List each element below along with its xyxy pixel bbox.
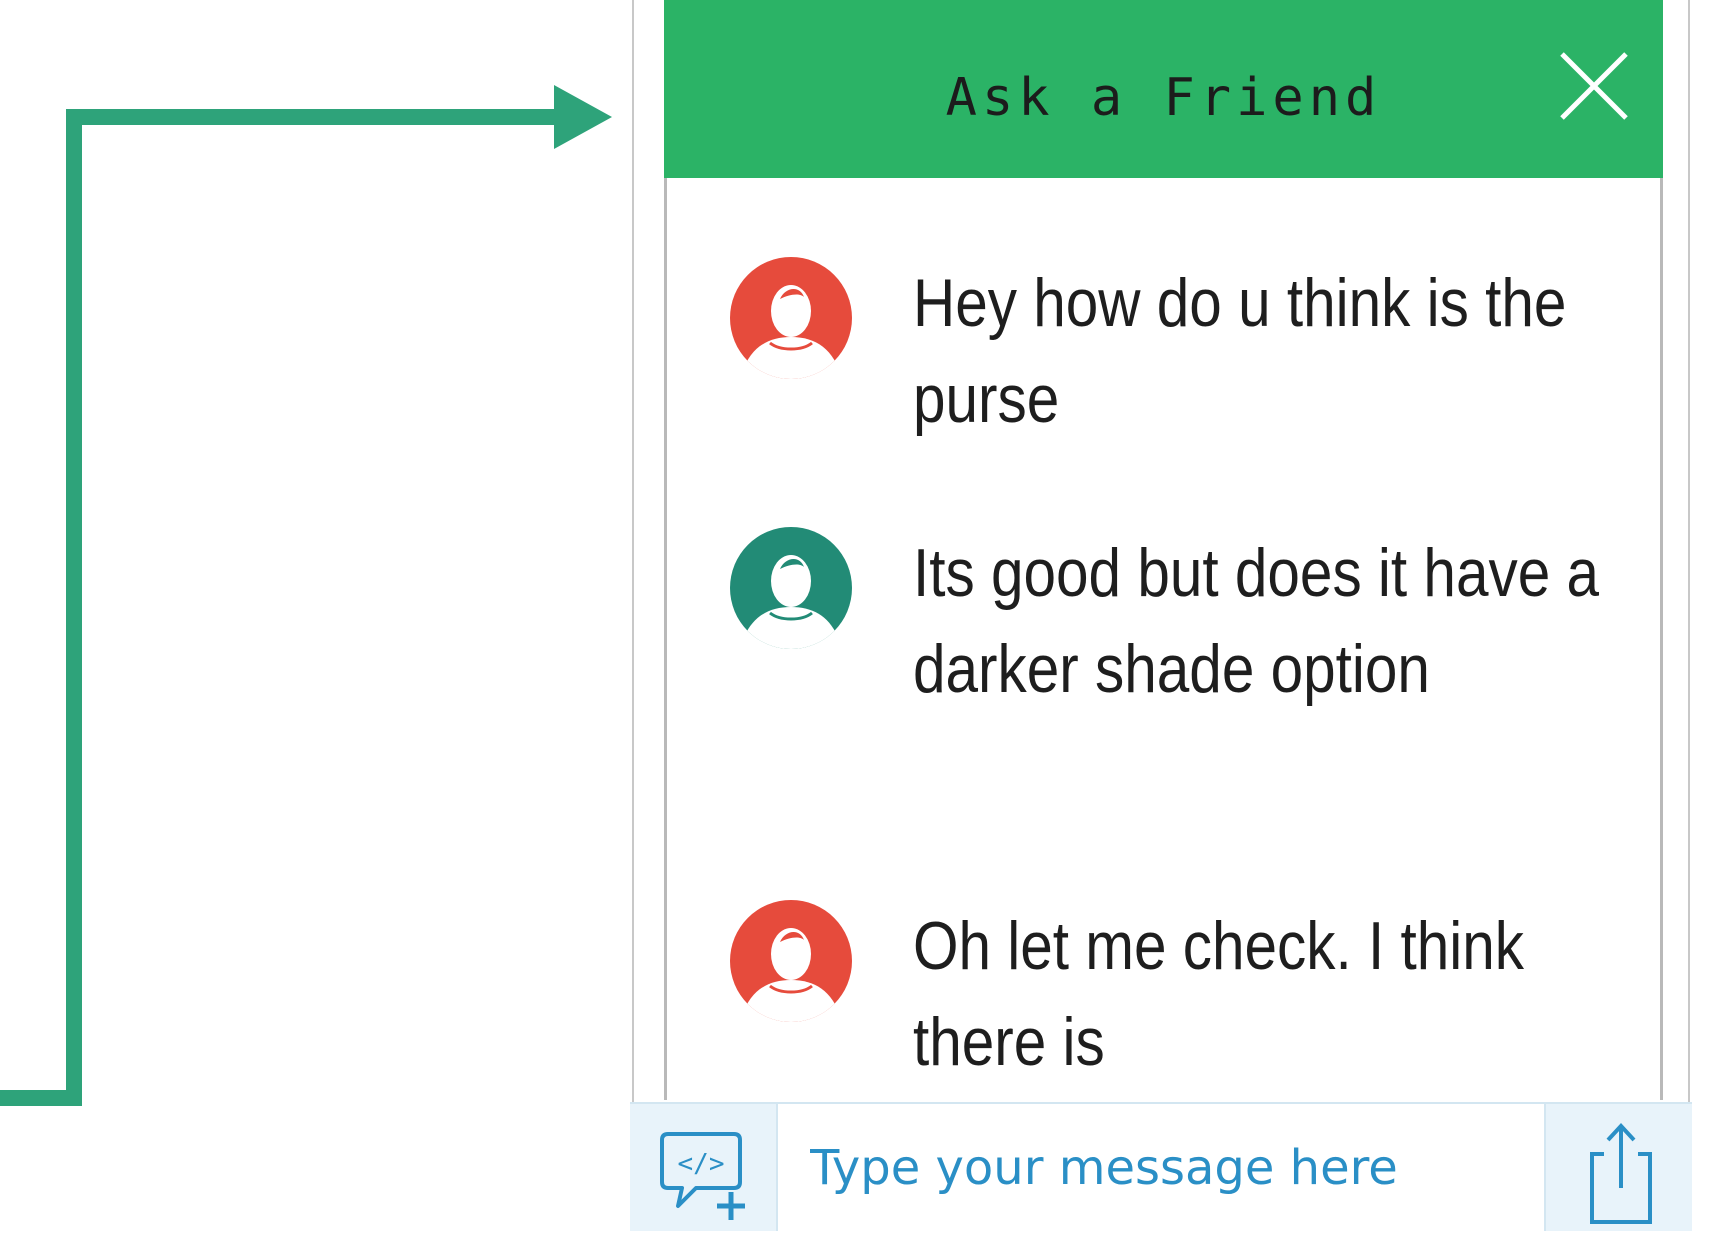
message-input[interactable] — [808, 1122, 1512, 1214]
close-icon — [1560, 52, 1628, 120]
message-text: Its good but does it have a darker shade… — [913, 535, 1599, 707]
message-composer: </> — [630, 1102, 1692, 1231]
connector-arrow — [0, 85, 612, 1106]
message-text: Hey how do u think is the purse — [913, 265, 1567, 437]
code-snippet-add-icon: </> — [660, 1132, 745, 1220]
avatar-icon — [730, 900, 852, 1022]
avatar-icon — [730, 527, 852, 649]
avatar-icon — [730, 257, 852, 379]
chat-title: Ask a Friend — [945, 68, 1382, 128]
message-text: Oh let me check. I think there is — [913, 908, 1525, 1080]
share-button[interactable] — [1544, 1104, 1692, 1231]
close-button[interactable] — [1558, 50, 1630, 122]
svg-text:</>: </> — [678, 1149, 725, 1179]
share-icon — [1590, 1123, 1652, 1224]
insert-code-button[interactable]: </> — [630, 1104, 778, 1231]
chat-header: Ask a Friend — [664, 0, 1663, 178]
